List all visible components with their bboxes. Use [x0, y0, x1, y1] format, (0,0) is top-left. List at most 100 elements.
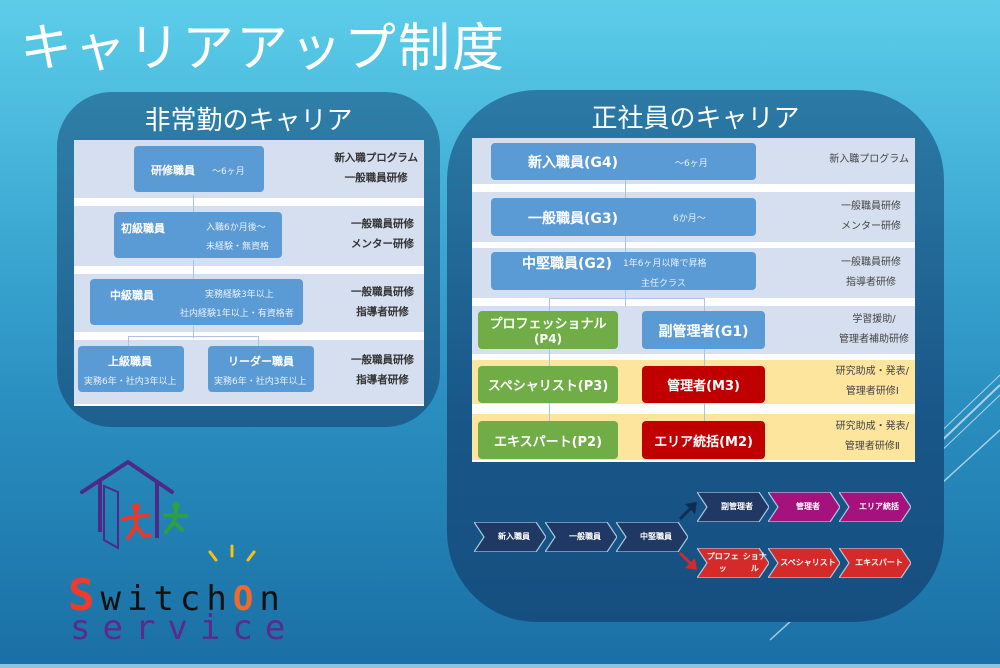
flow-step-management: エリア統括 — [839, 492, 911, 522]
flow-step-label: 管理者 — [768, 492, 840, 522]
connector-line — [193, 260, 194, 280]
training-list: 研究助成・発表/ 管理者研修Ⅱ — [836, 417, 909, 457]
logo-text-service: service — [70, 608, 298, 648]
training-item: 指導者研修 — [356, 374, 409, 386]
position-box-general-staff: 一般職員(G3) 6か月〜 — [491, 198, 756, 236]
position-name: エリア統括(M2) — [654, 435, 753, 450]
training-list: 研究助成・発表/ 管理者研修Ⅰ — [836, 362, 909, 402]
full-time-panel-title: 正社員のキャリア — [591, 104, 800, 134]
position-box-expert: エキスパート(P2) — [478, 421, 618, 459]
flow-step-base: 一般職員 — [545, 522, 617, 552]
training-item: 新入職プログラム — [334, 152, 418, 164]
position-grade: (P4) — [533, 332, 563, 346]
flow-step-text: エキスパー — [855, 558, 895, 567]
training-item: 指導者研修 — [356, 306, 409, 318]
training-list: 新入職プログラム 一般職員研修 — [334, 148, 418, 188]
position-box-professional: プロフェッショナル (P4) — [478, 311, 618, 349]
training-item: 新入職プログラム — [829, 154, 909, 165]
flow-step-label: エキスパート — [839, 548, 911, 578]
training-item: 管理者補助研修 — [839, 334, 909, 345]
training-list: 一般職員研修 指導者研修 — [351, 350, 414, 390]
flow-step-specialist: スペシャリ スト — [768, 548, 840, 578]
branch-arrows — [679, 502, 697, 570]
position-box-specialist: スペシャリスト(P3) — [478, 366, 618, 403]
position-name: 一般職員(G3) — [528, 211, 619, 227]
bottom-strip — [0, 664, 1000, 668]
connector-line — [128, 336, 258, 337]
flow-step-text: 一般職員 — [569, 532, 601, 541]
training-item: 学習援助/ — [852, 314, 896, 325]
position-name: 中級職員 — [110, 289, 154, 302]
flow-step-label: 一般職員 — [545, 522, 617, 552]
flow-step-text: ショナル — [742, 552, 767, 573]
flow-step-base: 新入職員 — [474, 522, 546, 552]
position-box-mid-level: 中堅職員(G2) 1年6ヶ月以降で昇格 主任クラス — [491, 252, 756, 290]
flow-step-text: 副管理者 — [721, 502, 753, 511]
flow-step-text: 新入職員 — [498, 532, 530, 541]
training-item: メンター研修 — [351, 238, 414, 250]
training-item: 一般職員研修 — [351, 286, 414, 298]
position-note: 実務経験3年以上 — [205, 290, 274, 300]
position-name: 副管理者(G1) — [658, 324, 749, 340]
arrow-down-right-icon — [679, 552, 697, 570]
training-item: 研究助成・発表/ — [835, 421, 909, 432]
training-list: 学習援助/ 管理者補助研修 — [839, 310, 909, 350]
flow-step-text: スペシャリ — [780, 558, 820, 567]
full-time-career-chart: 新入職プログラム 一般職員研修 メンター研修 一般職員研修 指導者研修 学習援助… — [472, 138, 915, 462]
position-name: 初級職員 — [121, 222, 165, 235]
full-time-career-panel: 正社員のキャリア 新入職プログラム 一般職員研修 メンター研修 一般職員研修 指… — [447, 90, 944, 622]
position-box-leader: リーダー職員 実務6年・社内3年以上 — [208, 346, 314, 392]
position-name: エキスパート(P2) — [493, 435, 603, 450]
flow-step-text: ト — [894, 558, 903, 567]
training-item: メンター研修 — [841, 221, 901, 232]
part-time-panel-title: 非常勤のキャリア — [144, 106, 353, 136]
position-note: 未経験・無資格 — [206, 242, 270, 252]
position-box-new-staff: 新入職員(G4) 〜6ヶ月 — [491, 143, 756, 180]
position-note: 主任クラス — [641, 279, 686, 289]
position-box-area-manager: エリア統括(M2) — [642, 421, 765, 459]
position-name: 上級職員 — [108, 355, 152, 368]
training-item: 研究助成・発表/ — [835, 366, 909, 377]
flow-step-label: エリア統括 — [839, 492, 911, 522]
position-box-deputy-manager: 副管理者(G1) — [642, 311, 765, 349]
flow-step-text: エリア統括 — [859, 502, 899, 511]
position-box-senior: 上級職員 実務6年・社内3年以上 — [78, 346, 184, 392]
position-note: 実務6年・社内3年以上 — [214, 377, 307, 387]
training-item: 一般職員研修 — [351, 218, 414, 230]
flow-step-text: スト — [819, 558, 836, 567]
house-icon — [80, 459, 256, 562]
part-time-career-panel: 非常勤のキャリア 新入職プログラム 一般職員研修 一般職員研修 メンター研修 一… — [57, 92, 440, 427]
position-note: 入職6か月後〜 — [206, 223, 266, 233]
position-box-junior: 初級職員 入職6か月後〜 未経験・無資格 — [114, 212, 282, 258]
training-item: 一般職員研修 — [841, 257, 901, 268]
position-note: 社内経験1年以上・有資格者 — [180, 309, 294, 319]
position-name: 中堅職員(G2) — [522, 256, 613, 272]
position-name: 研修職員 — [151, 164, 195, 177]
flow-step-text: 中堅職員 — [640, 532, 672, 541]
position-note: 6か月〜 — [673, 214, 706, 224]
training-item: 一般職員研修 — [344, 172, 408, 184]
training-item: 管理者研修Ⅰ — [845, 386, 899, 397]
training-list: 一般職員研修 メンター研修 — [841, 197, 901, 237]
position-note: 1年6ヶ月以降で昇格 — [623, 259, 707, 269]
flow-step-text: 管理者 — [796, 502, 820, 511]
part-time-career-chart: 新入職プログラム 一般職員研修 一般職員研修 メンター研修 一般職員研修 指導者… — [74, 140, 424, 406]
flow-step-label: スペシャリ スト — [768, 548, 840, 578]
training-item: 管理者研修Ⅱ — [844, 441, 900, 452]
position-name: リーダー職員 — [228, 355, 294, 368]
position-note: 〜6ヶ月 — [212, 167, 245, 177]
position-box-intermediate: 中級職員 実務経験3年以上 社内経験1年以上・有資格者 — [90, 279, 303, 325]
switch-on-service-logo: SwitchOn service — [60, 440, 285, 650]
position-name: 新入職員(G4) — [528, 155, 619, 171]
connector-line — [549, 298, 704, 299]
position-box-manager: 管理者(M3) — [642, 366, 765, 403]
position-name: スペシャリスト(P3) — [487, 379, 609, 394]
training-list: 一般職員研修 メンター研修 — [351, 214, 414, 254]
flow-step-management: 管理者 — [768, 492, 840, 522]
training-item: 一般職員研修 — [841, 201, 901, 212]
position-name: プロフェッショナル — [489, 317, 607, 332]
training-list: 新入職プログラム — [829, 150, 909, 170]
position-note: 実務6年・社内3年以上 — [84, 377, 177, 387]
training-item: 一般職員研修 — [351, 354, 414, 366]
training-list: 一般職員研修 指導者研修 — [841, 253, 901, 293]
